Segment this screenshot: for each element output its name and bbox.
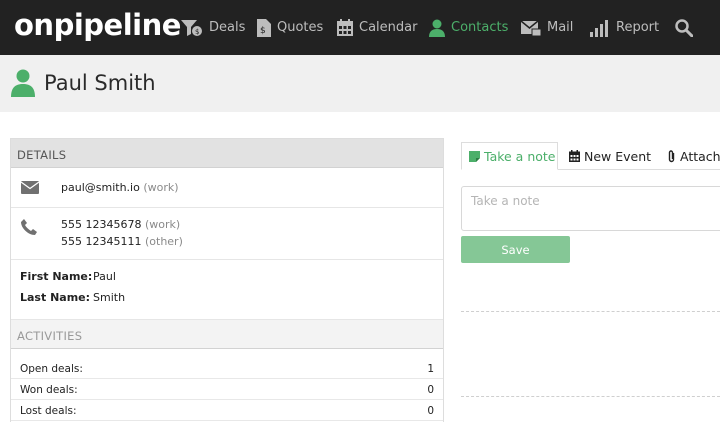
activity-count: 0	[427, 405, 434, 417]
nav-item-calendar[interactable]: Calendar	[337, 0, 417, 55]
nav-label: Contacts	[451, 20, 509, 35]
activity-row: Open deals: 1	[11, 358, 443, 379]
divider	[461, 311, 720, 312]
paperclip-icon	[668, 149, 675, 162]
email-value[interactable]: paul@smith.io	[61, 181, 140, 194]
phone-entry[interactable]: 555 12345678 (work)	[61, 218, 180, 231]
activity-label: Won deals:	[20, 384, 78, 396]
tab-label: Attach	[680, 148, 720, 164]
calendar-icon	[569, 150, 580, 162]
tab-take-a-note[interactable]: Take a note	[461, 142, 558, 170]
phone-row: 555 12345678 (work) 555 12345111 (other)	[11, 208, 443, 260]
nav-item-deals[interactable]: $ Deals	[181, 0, 245, 55]
app-logo[interactable]: onpipeline	[14, 8, 181, 42]
phone-type: (work)	[144, 218, 181, 231]
activity-count: 1	[427, 363, 434, 375]
envelope-icon	[21, 181, 39, 194]
nav-item-quotes[interactable]: $ Quotes	[257, 0, 323, 55]
phone-entry[interactable]: 555 12345111 (other)	[61, 235, 183, 248]
phone-icon	[21, 219, 37, 235]
contact-header: Paul Smith	[0, 55, 720, 112]
svg-text:$: $	[260, 26, 266, 36]
nav-label: Mail	[547, 20, 574, 35]
deals-funnel-icon: $	[181, 19, 202, 36]
search-button[interactable]	[675, 0, 699, 55]
quote-document-icon: $	[257, 18, 271, 37]
person-icon	[429, 19, 445, 37]
top-nav: onpipeline $ Deals $ Quotes Calendar Con…	[0, 0, 720, 55]
last-name-value: Smith	[93, 291, 126, 304]
activity-label: Open deals:	[20, 363, 83, 375]
activity-row: Lost deals: 0	[11, 400, 443, 421]
nav-label: Calendar	[359, 20, 418, 35]
activity-label: Lost deals:	[20, 405, 77, 417]
name-fields: First Name: Paul Last Name: Smith	[11, 260, 443, 320]
first-name-value: Paul	[93, 270, 116, 283]
note-icon	[469, 150, 480, 162]
activities-heading: ACTIVITIES	[11, 320, 443, 349]
svg-text:$: $	[195, 28, 199, 36]
nav-item-report[interactable]: Report	[590, 0, 659, 55]
phone-type: (other)	[144, 235, 183, 248]
nav-item-contacts[interactable]: Contacts	[429, 0, 508, 55]
first-name-label: First Name:	[20, 270, 93, 283]
phone-value[interactable]: 555 12345678	[61, 218, 141, 231]
nav-label: Report	[616, 20, 660, 35]
activity-count: 0	[427, 384, 434, 396]
person-icon	[11, 69, 35, 97]
note-input[interactable]	[461, 186, 720, 231]
nav-label: Deals	[209, 20, 246, 35]
email-row: paul@smith.io (work)	[11, 168, 443, 208]
details-heading: DETAILS	[11, 139, 443, 168]
tab-label: New Event	[584, 148, 652, 164]
details-panel: DETAILS paul@smith.io (work) 555 1234567…	[10, 138, 444, 422]
mail-icon	[521, 19, 541, 36]
contact-name: Paul Smith	[44, 71, 156, 95]
save-button[interactable]: Save	[461, 236, 570, 263]
tab-attach[interactable]: Attach	[667, 142, 720, 170]
phone-value[interactable]: 555 12345111	[61, 235, 141, 248]
tab-new-event[interactable]: New Event	[569, 142, 651, 170]
calendar-icon	[337, 19, 353, 36]
tab-label: Take a note	[484, 148, 556, 164]
email-type: (work)	[143, 181, 179, 194]
composer-tabs: Take a note New Event Attach	[461, 142, 720, 170]
nav-label: Quotes	[277, 20, 324, 35]
email-link[interactable]: paul@smith.io (work)	[61, 181, 179, 194]
bar-chart-icon	[590, 19, 608, 37]
last-name-label: Last Name:	[20, 291, 91, 304]
search-icon	[675, 18, 693, 37]
divider	[461, 396, 720, 397]
activity-row: Won deals: 0	[11, 379, 443, 400]
nav-item-mail[interactable]: Mail	[521, 0, 573, 55]
